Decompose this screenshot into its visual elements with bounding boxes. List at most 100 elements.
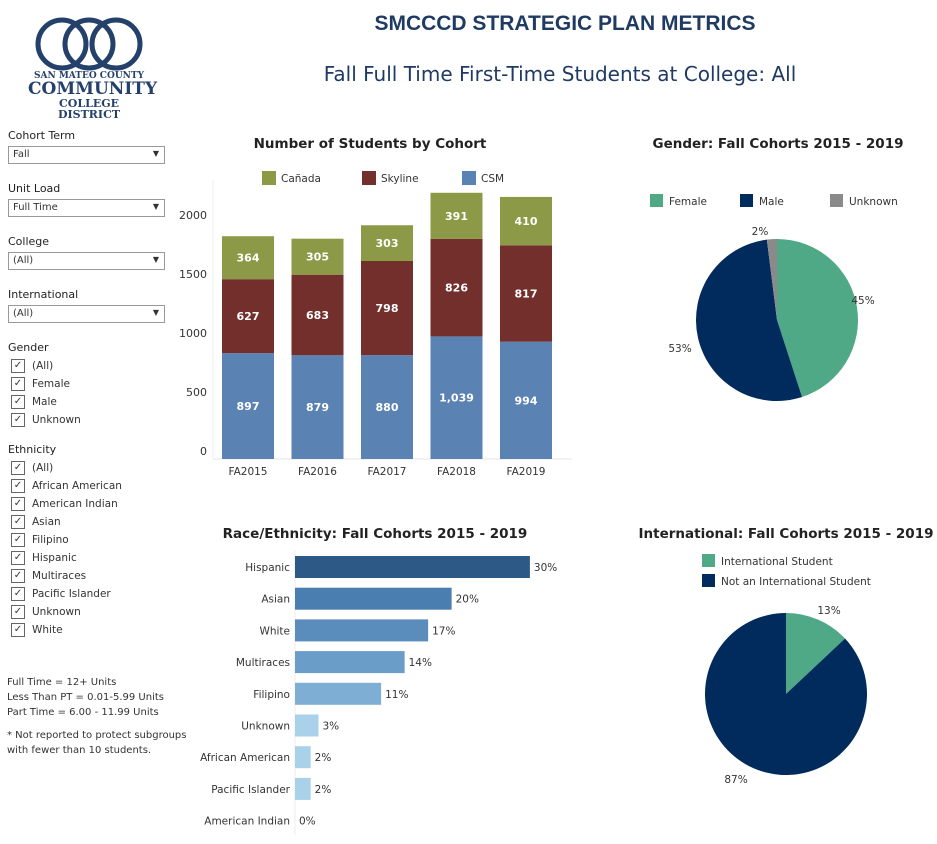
legend-swatch <box>702 574 715 587</box>
checkbox-label: Pacific Islander <box>32 588 111 600</box>
legend-swatch <box>262 171 276 185</box>
checkmark-icon: ✓ <box>11 515 25 529</box>
x-tick-label: FA2016 <box>298 466 337 478</box>
bar <box>295 556 530 578</box>
gender-pie-chart: Female Male Unknown 45% 53% 2% <box>650 194 898 401</box>
checkmark-icon: ✓ <box>11 497 25 511</box>
legend-label: Not an International Student <box>721 576 871 588</box>
legend-swatch <box>462 171 476 185</box>
checkmark-icon: ✓ <box>11 587 25 601</box>
bar <box>295 651 405 674</box>
data-label: 1,039 <box>439 392 474 405</box>
data-label: 2% <box>315 784 332 796</box>
checkbox-label: Multiraces <box>32 570 87 582</box>
data-label: 303 <box>376 237 399 250</box>
y-tick-label: 1000 <box>179 327 207 340</box>
race-bar-chart: Hispanic 30% Asian 20% White 17% Multiraces 14%… <box>200 550 557 835</box>
slice-label: 13% <box>817 605 840 617</box>
category-label: Multiraces <box>236 657 290 669</box>
y-tick-label: 1500 <box>179 268 207 281</box>
footnote: * Not reported to protect subgroups <box>7 730 187 741</box>
data-label: 410 <box>515 215 538 228</box>
category-label: Pacific Islander <box>211 784 290 796</box>
checkbox-hispanic[interactable]: ✓ Hispanic <box>11 550 77 566</box>
data-label: 305 <box>306 251 329 264</box>
bar <box>295 587 452 610</box>
data-label: 683 <box>306 309 329 322</box>
data-label: 3% <box>322 721 339 733</box>
x-tick-label: FA2018 <box>437 466 476 478</box>
data-label: 364 <box>237 252 260 265</box>
data-label: 879 <box>306 401 329 414</box>
checkbox-unknown[interactable]: ✓ Unknown <box>11 604 81 620</box>
bar <box>295 746 311 769</box>
legend-label: Unknown <box>849 196 898 208</box>
international-pie-chart: International Student Not an Internationa… <box>702 554 871 786</box>
checkmark-icon: ✓ <box>11 533 25 547</box>
category-label: African American <box>200 752 290 764</box>
checkbox-multiraces[interactable]: ✓ Multiraces <box>11 568 86 584</box>
legend-label: CSM <box>481 173 504 185</box>
data-label: 994 <box>515 394 538 407</box>
data-label: 826 <box>445 282 468 295</box>
legend-label: Cañada <box>281 173 321 185</box>
data-label: 11% <box>385 689 408 701</box>
legend-label: Skyline <box>381 173 419 185</box>
slice-label: 2% <box>752 226 769 238</box>
x-tick-label: FA2017 <box>368 466 407 478</box>
checkmark-icon: ✓ <box>11 569 25 583</box>
bar <box>295 714 319 737</box>
category-label: Hispanic <box>245 562 290 574</box>
y-tick-label: 2000 <box>179 209 207 222</box>
checkbox-filipino[interactable]: ✓ Filipino <box>11 532 69 548</box>
data-label: 17% <box>432 625 455 637</box>
checkbox-label: White <box>32 624 63 636</box>
legend-swatch <box>740 194 753 207</box>
data-label: 627 <box>237 310 260 323</box>
checkbox-label: Hispanic <box>32 552 77 564</box>
y-tick-label: 0 <box>200 445 207 458</box>
checkmark-icon: ✓ <box>11 623 25 637</box>
category-label: Unknown <box>241 721 290 733</box>
checkbox-label: Filipino <box>32 534 69 546</box>
category-label: Filipino <box>253 689 290 701</box>
y-tick-label: 500 <box>186 386 207 399</box>
note-line: Full Time = 12+ Units <box>7 677 117 688</box>
legend-label: Female <box>669 196 707 208</box>
data-label: 0% <box>299 816 316 828</box>
footnote: with fewer than 10 students. <box>7 745 152 756</box>
legend-swatch <box>702 554 715 567</box>
data-label: 391 <box>445 210 468 223</box>
race-chart-title: Race/Ethnicity: Fall Cohorts 2015 - 2019 <box>222 526 528 542</box>
checkbox-pacific-islander[interactable]: ✓ Pacific Islander <box>11 586 111 602</box>
data-label: 2% <box>315 752 332 764</box>
data-label: 897 <box>237 400 260 413</box>
slice-label: 87% <box>724 774 747 786</box>
checkbox-label: American Indian <box>32 498 118 510</box>
bar <box>295 777 311 800</box>
category-label: Asian <box>261 594 290 606</box>
checkbox-asian[interactable]: ✓ Asian <box>11 514 61 530</box>
note-line: Part Time = 6.00 - 11.99 Units <box>7 707 159 718</box>
bar <box>295 619 429 642</box>
data-label: 817 <box>515 288 538 301</box>
legend-swatch <box>362 171 376 185</box>
gender-chart-title: Gender: Fall Cohorts 2015 - 2019 <box>652 136 904 152</box>
checkbox-label: Asian <box>32 516 61 528</box>
data-label: 880 <box>376 401 399 414</box>
legend-swatch <box>830 194 843 207</box>
international-chart-title: International: Fall Cohorts 2015 - 2019 <box>638 526 934 542</box>
checkbox-white[interactable]: ✓ White <box>11 622 63 638</box>
data-label: 20% <box>456 594 479 606</box>
checkbox-american-indian[interactable]: ✓ American Indian <box>11 496 118 512</box>
category-label: American Indian <box>204 816 290 828</box>
checkbox-label: Unknown <box>32 606 81 618</box>
data-label: 798 <box>376 302 399 315</box>
slice-label: 45% <box>851 295 874 307</box>
category-label: White <box>259 625 290 637</box>
legend-label: Male <box>759 196 784 208</box>
checkmark-icon: ✓ <box>11 605 25 619</box>
data-label: 14% <box>409 657 432 669</box>
legend-label: International Student <box>721 556 833 568</box>
legend-swatch <box>650 194 663 207</box>
